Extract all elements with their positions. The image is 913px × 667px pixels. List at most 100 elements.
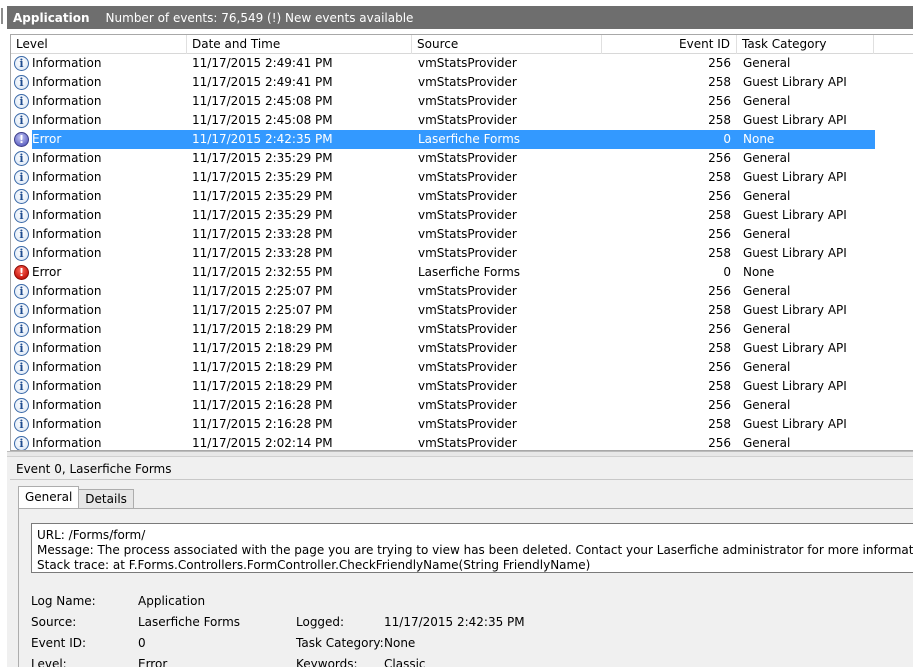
cell-level: i Information — [11, 396, 187, 415]
cell-event-id: 258 — [708, 170, 731, 184]
cell-date: 11/17/2015 2:35:29 PM — [192, 208, 333, 222]
cell-date: 11/17/2015 2:45:08 PM — [192, 94, 333, 108]
message-line-url: URL: /Forms/form/ — [37, 528, 146, 542]
event-id-label: Event ID: — [31, 636, 87, 650]
table-row[interactable]: i Information 11/17/2015 2:18:29 PM vmStats… — [11, 377, 913, 396]
column-header-source[interactable]: Source — [412, 35, 602, 54]
level-text: Information — [32, 189, 102, 203]
general-tab-body: URL: /Forms/form/ Message: The process a… — [18, 508, 913, 667]
cell-level: i Information — [11, 73, 187, 92]
cell-level: i Information — [11, 111, 187, 130]
table-row[interactable]: ! Error 11/17/2015 2:32:55 PM Laserfiche Fo… — [11, 263, 913, 282]
tab-general[interactable]: General — [18, 486, 80, 508]
level-text: Information — [32, 75, 102, 89]
table-row[interactable]: i Information 11/17/2015 2:45:08 PM vmStats… — [11, 111, 913, 130]
cell-event-id: 258 — [708, 417, 731, 431]
error-icon: ! — [14, 265, 29, 280]
cell-task-category: Guest Library API — [743, 417, 847, 431]
cell-task-category: General — [743, 360, 791, 374]
table-row[interactable]: i Information 11/17/2015 2:33:28 PM vmStats… — [11, 225, 913, 244]
cell-source: vmStatsProvider — [418, 417, 517, 431]
column-header-event-id[interactable]: Event ID — [602, 35, 737, 54]
cell-date: 11/17/2015 2:18:29 PM — [192, 341, 333, 355]
info-icon: i — [14, 113, 29, 128]
info-icon: i — [14, 170, 29, 185]
info-icon: i — [14, 417, 29, 432]
log-title-bar: Application Number of events: 76,549 (!)… — [7, 6, 913, 29]
grid-header: Level Date and Time Source Event ID Task… — [11, 35, 913, 54]
level-text: Information — [32, 436, 102, 450]
level-text: Information — [32, 94, 102, 108]
info-icon: i — [14, 436, 29, 450]
info-icon: i — [14, 94, 29, 109]
table-row[interactable]: i Information 11/17/2015 2:18:29 PM vmStats… — [11, 339, 913, 358]
table-row[interactable]: i Information 11/17/2015 2:18:29 PM vmStats… — [11, 358, 913, 377]
cell-event-id: 256 — [708, 322, 731, 336]
cell-source: vmStatsProvider — [418, 113, 517, 127]
table-row[interactable]: i Information 11/17/2015 2:45:08 PM vmStats… — [11, 92, 913, 111]
cell-date: 11/17/2015 2:33:28 PM — [192, 246, 333, 260]
table-row[interactable]: i Information 11/17/2015 2:18:29 PM vmStats… — [11, 320, 913, 339]
cell-level: i Information — [11, 320, 187, 339]
table-row[interactable]: i Information 11/17/2015 2:35:29 PM vmStats… — [11, 149, 913, 168]
cell-date: 11/17/2015 2:02:14 PM — [192, 436, 333, 450]
table-row[interactable]: i Information 11/17/2015 2:49:41 PM vmStats… — [11, 54, 913, 73]
logged-label: Logged: — [296, 615, 345, 629]
info-icon: i — [14, 360, 29, 375]
cell-event-id: 256 — [708, 436, 731, 450]
cell-event-id: 256 — [708, 398, 731, 412]
event-message-box[interactable]: URL: /Forms/form/ Message: The process a… — [31, 523, 913, 573]
column-header-level[interactable]: Level — [11, 35, 187, 54]
level-text: Information — [32, 208, 102, 222]
cell-source: vmStatsProvider — [418, 56, 517, 70]
cell-level: i Information — [11, 282, 187, 301]
left-edge-mark — [1, 8, 3, 24]
column-header-task-category[interactable]: Task Category — [737, 35, 874, 54]
column-header-date[interactable]: Date and Time — [187, 35, 412, 54]
table-row[interactable]: i Information 11/17/2015 2:35:29 PM vmStats… — [11, 206, 913, 225]
cell-source: vmStatsProvider — [418, 398, 517, 412]
info-icon: i — [14, 246, 29, 261]
info-icon: i — [14, 341, 29, 356]
table-row[interactable]: i Information 11/17/2015 2:35:29 PM vmStats… — [11, 187, 913, 206]
cell-date: 11/17/2015 2:42:35 PM — [192, 132, 333, 146]
table-row[interactable]: ! Error 11/17/2015 2:42:35 PM Laserfiche Fo… — [11, 130, 913, 149]
table-row[interactable]: i Information 11/17/2015 2:33:28 PM vmStats… — [11, 244, 913, 263]
info-icon: i — [14, 322, 29, 337]
cell-event-id: 0 — [723, 132, 731, 146]
cell-date: 11/17/2015 2:35:29 PM — [192, 189, 333, 203]
table-row[interactable]: i Information 11/17/2015 2:16:28 PM vmStats… — [11, 396, 913, 415]
table-row[interactable]: i Information 11/17/2015 2:02:14 PM vmStats… — [11, 434, 913, 450]
cell-level: i Information — [11, 206, 187, 225]
cell-level: i Information — [11, 149, 187, 168]
source-label: Source: — [31, 615, 77, 629]
cell-event-id: 256 — [708, 360, 731, 374]
cell-level: i Information — [11, 415, 187, 434]
cell-task-category: General — [743, 56, 791, 70]
source-value: Laserfiche Forms — [138, 615, 241, 629]
cell-task-category: General — [743, 189, 791, 203]
level-text: Information — [32, 398, 102, 412]
cell-task-category: General — [743, 151, 791, 165]
cell-task-category: Guest Library API — [743, 379, 847, 393]
table-row[interactable]: i Information 11/17/2015 2:49:41 PM vmStats… — [11, 73, 913, 92]
table-row[interactable]: i Information 11/17/2015 2:25:07 PM vmStats… — [11, 301, 913, 320]
task-category-label: Task Category: — [296, 636, 384, 650]
level-text: Information — [32, 246, 102, 260]
cell-event-id: 0 — [723, 265, 731, 279]
events-grid[interactable]: Level Date and Time Source Event ID Task… — [10, 34, 913, 451]
cell-event-id: 258 — [708, 208, 731, 222]
info-icon: i — [14, 398, 29, 413]
cell-date: 11/17/2015 2:18:29 PM — [192, 379, 333, 393]
cell-task-category: General — [743, 227, 791, 241]
table-row[interactable]: i Information 11/17/2015 2:25:07 PM vmStats… — [11, 282, 913, 301]
table-row[interactable]: i Information 11/17/2015 2:16:28 PM vmStats… — [11, 415, 913, 434]
level-text: Information — [32, 227, 102, 241]
table-row[interactable]: i Information 11/17/2015 2:35:29 PM vmStats… — [11, 168, 913, 187]
cell-source: vmStatsProvider — [418, 436, 517, 450]
level-text: Information — [32, 322, 102, 336]
task-category-value: None — [384, 636, 416, 650]
cell-source: vmStatsProvider — [418, 341, 517, 355]
cell-task-category: General — [743, 322, 791, 336]
tab-details[interactable]: Details — [78, 489, 134, 508]
